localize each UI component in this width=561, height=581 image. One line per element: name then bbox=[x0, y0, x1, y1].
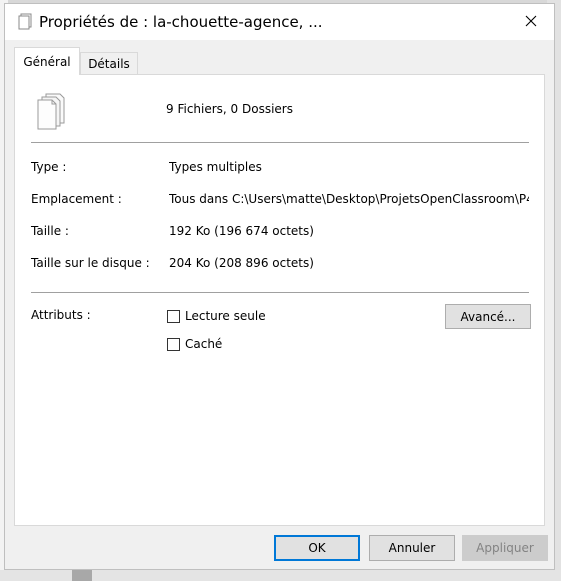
window-title: Propriétés de : la-chouette-agence, ... bbox=[39, 13, 323, 31]
location-value[interactable]: Tous dans C:\Users\matte\Desktop\Projets… bbox=[169, 192, 529, 206]
hidden-option[interactable]: Caché bbox=[167, 337, 222, 351]
read-only-checkbox[interactable] bbox=[167, 309, 180, 323]
hidden-checkbox[interactable] bbox=[167, 337, 180, 351]
disk-size-label: Taille sur le disque : bbox=[31, 256, 150, 270]
size-value: 192 Ko (196 674 octets) bbox=[169, 224, 314, 238]
documents-icon bbox=[16, 13, 34, 31]
close-icon bbox=[525, 15, 537, 30]
divider bbox=[31, 292, 529, 293]
title-bar[interactable]: Propriétés de : la-chouette-agence, ... bbox=[5, 4, 554, 40]
tab-details[interactable]: Détails bbox=[80, 52, 138, 75]
location-label: Emplacement : bbox=[31, 192, 122, 206]
type-value: Types multiples bbox=[169, 160, 262, 174]
desktop-background-slab bbox=[72, 570, 92, 581]
type-label: Type : bbox=[31, 160, 67, 174]
cancel-button[interactable]: Annuler bbox=[369, 535, 455, 561]
hidden-label[interactable]: Caché bbox=[185, 337, 222, 351]
general-panel: 9 Fichiers, 0 Dossiers Type : Types mult… bbox=[14, 74, 545, 526]
apply-button[interactable]: Appliquer bbox=[462, 535, 548, 561]
multiple-files-icon bbox=[34, 93, 68, 133]
desktop-background-bottom bbox=[0, 570, 561, 581]
disk-size-value: 204 Ko (208 896 octets) bbox=[169, 256, 314, 270]
ok-button[interactable]: OK bbox=[274, 535, 360, 561]
properties-dialog: Propriétés de : la-chouette-agence, ... … bbox=[4, 3, 555, 570]
attributes-label: Attributs : bbox=[31, 308, 91, 322]
advanced-button[interactable]: Avancé... bbox=[445, 304, 531, 329]
divider bbox=[31, 142, 529, 143]
selection-summary: 9 Fichiers, 0 Dossiers bbox=[166, 102, 293, 116]
close-button[interactable] bbox=[508, 4, 554, 40]
read-only-option[interactable]: Lecture seule bbox=[167, 309, 266, 323]
read-only-label[interactable]: Lecture seule bbox=[185, 309, 266, 323]
size-label: Taille : bbox=[31, 224, 69, 238]
tab-general[interactable]: Général bbox=[14, 47, 80, 75]
